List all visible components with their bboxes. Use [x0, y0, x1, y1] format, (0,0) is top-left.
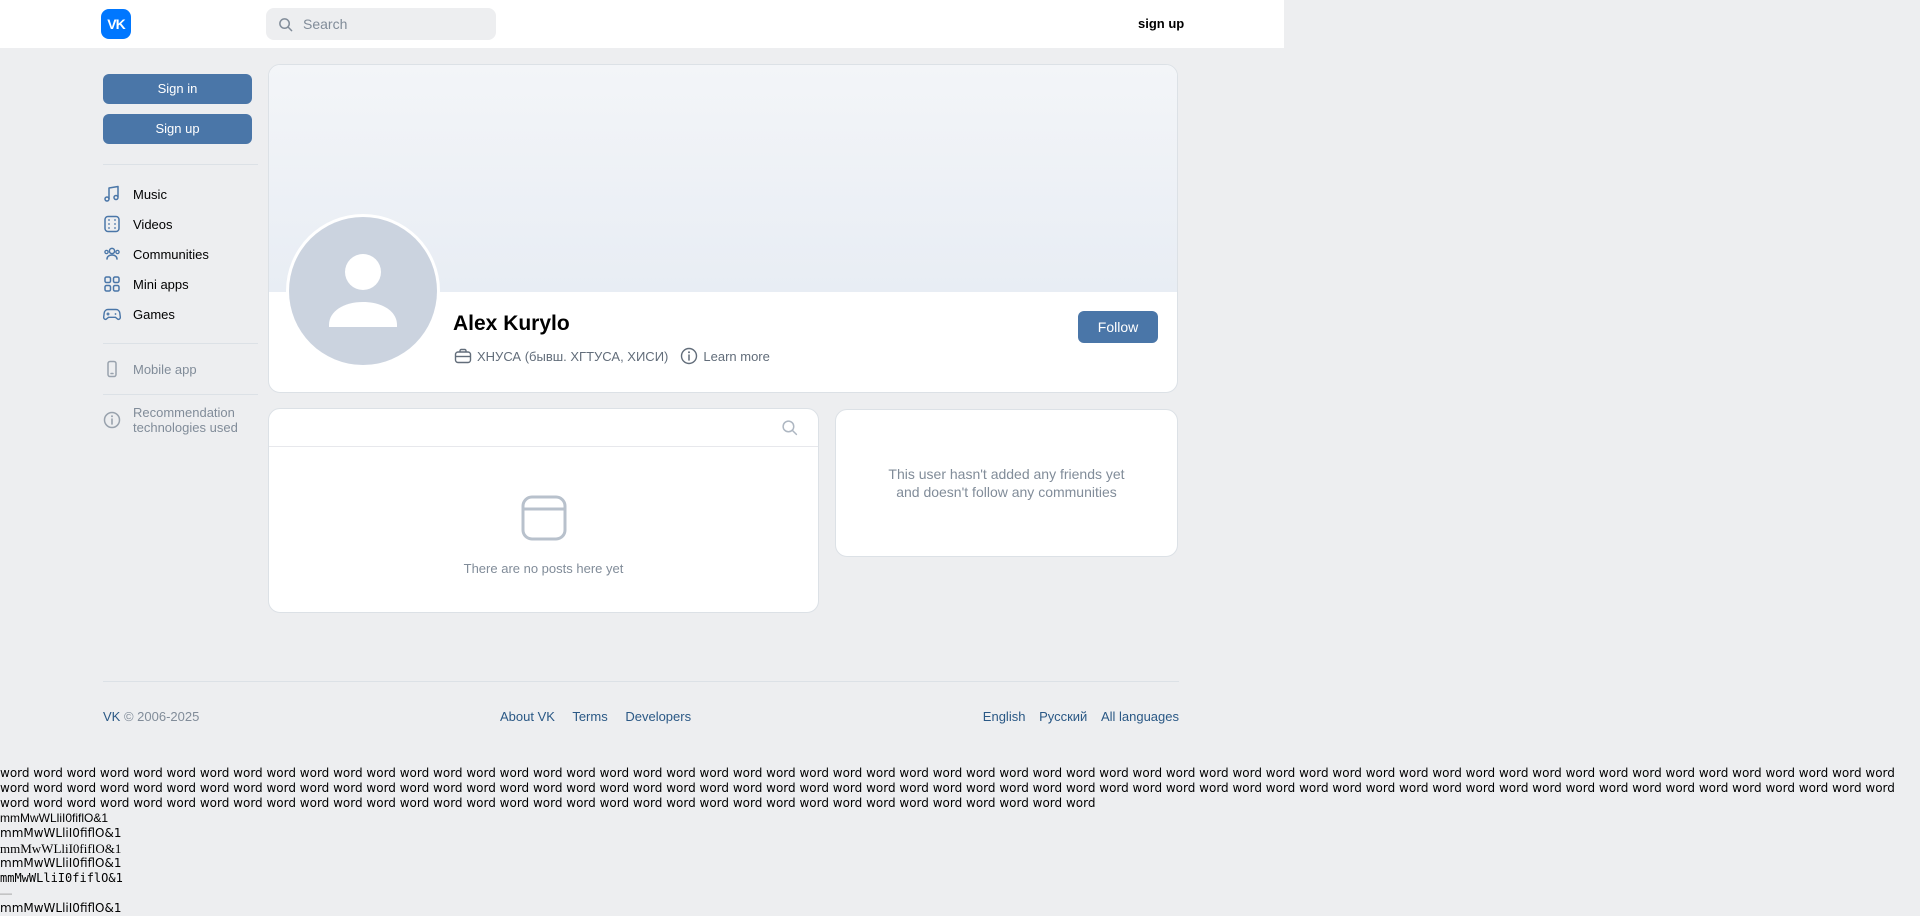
no-friends-line-1: This user hasn't added any friends yet [888, 466, 1125, 482]
sidebar-item-label: Videos [133, 216, 173, 232]
follow-button[interactable]: Follow [1078, 311, 1158, 343]
sidebar-item-label: Mini apps [133, 276, 189, 292]
friends-card: This user hasn't added any friends yet a… [835, 409, 1178, 557]
font-test-words: word word word word word word word word … [0, 766, 1895, 810]
vk-logo-icon[interactable]: VK [101, 9, 131, 39]
sidebar-item-videos[interactable]: Videos [103, 209, 253, 239]
learn-more-label: Learn more [703, 348, 770, 364]
font-sample: mmMwWLliI0fiflO&1 [0, 841, 122, 856]
font-sample: mmMwWLliI0fiflO&1 [0, 826, 122, 840]
recommendation-line-1: Recommendation [133, 405, 235, 420]
language-links: English Русский All languages [973, 709, 1179, 724]
info-icon [103, 411, 121, 429]
language-russian[interactable]: Русский [1039, 709, 1087, 724]
font-sample: mmMwWLliI0fiflO&1 [0, 856, 122, 870]
sidebar-item-mini-apps[interactable]: Mini apps [103, 269, 253, 299]
posts-header [269, 409, 818, 447]
copyright: VK © 2006-2025 [103, 709, 199, 724]
user-placeholder-icon [329, 254, 397, 327]
sidebar-item-label: Games [133, 306, 175, 322]
empty-posts-text: There are no posts here yet [463, 561, 624, 576]
footer-link-about[interactable]: About VK [500, 709, 555, 724]
font-sample-dash: — [0, 886, 12, 900]
no-friends-line-2: and doesn't follow any communities [896, 484, 1117, 500]
avatar[interactable] [286, 214, 440, 368]
posts-card: There are no posts here yet [268, 408, 819, 613]
language-all[interactable]: All languages [1101, 709, 1179, 724]
sidebar-item-games[interactable]: Games [103, 299, 253, 329]
empty-posts-icon [521, 495, 567, 541]
sidebar-divider [103, 343, 258, 344]
info-icon [681, 347, 698, 365]
sign-up-button[interactable]: Sign up [103, 114, 252, 144]
search-box[interactable] [266, 8, 496, 40]
briefcase-icon [454, 348, 472, 364]
search-icon[interactable] [781, 419, 798, 436]
footer-links: About VK Terms Developers [500, 709, 705, 724]
gamepad-icon [103, 308, 121, 321]
search-icon [279, 17, 293, 31]
font-sample: mmMwWLliI0fiflO&1 [0, 811, 109, 825]
sidebar-item-communities[interactable]: Communities [103, 239, 253, 269]
language-english[interactable]: English [983, 709, 1026, 724]
signup-link[interactable]: sign up [1138, 16, 1184, 31]
learn-more-link[interactable]: Learn more [680, 347, 770, 365]
video-icon [104, 215, 120, 233]
search-input[interactable] [301, 15, 485, 33]
font-sample: mmMwWLliI0fiflO&1 [0, 901, 122, 915]
phone-icon [107, 360, 117, 378]
profile-meta: ХНУСА (бывш. ХГТУСА, ХИСИ) Learn more [454, 347, 770, 365]
no-friends-text: This user hasn't added any friends yet a… [836, 465, 1177, 501]
sidebar-item-label: Mobile app [133, 361, 197, 377]
footer-divider [103, 681, 1179, 682]
sign-in-button[interactable]: Sign in [103, 74, 252, 104]
sidebar-item-mobile-app[interactable]: Mobile app [103, 354, 253, 384]
profile-name: Alex Kurylo [453, 312, 570, 335]
recommendation-line-2: technologies used [133, 420, 238, 435]
sidebar-divider [103, 164, 258, 165]
mini-apps-icon [104, 276, 120, 292]
logo-text: VK [107, 16, 125, 32]
font-sample: mmMwWLliI0fiflO&1 [0, 871, 123, 885]
music-icon [104, 185, 119, 202]
sidebar-divider [103, 394, 258, 395]
top-bar: VK sign up [0, 0, 1284, 48]
footer-link-developers[interactable]: Developers [625, 709, 691, 724]
sidebar-item-label: Communities [133, 246, 209, 262]
sidebar-item-music[interactable]: Music [103, 179, 253, 209]
profile-work[interactable]: ХНУСА (бывш. ХГТУСА, ХИСИ) [477, 349, 668, 364]
footer-brand[interactable]: VK [103, 709, 120, 724]
footer-link-terms[interactable]: Terms [572, 709, 607, 724]
sidebar-item-recommendations[interactable]: Recommendation technologies used [103, 405, 253, 435]
sidebar-item-label: Music [133, 186, 167, 202]
communities-icon [104, 247, 120, 260]
left-sidebar: Sign in Sign up Music Videos Communities… [103, 74, 258, 435]
copyright-text: © 2006-2025 [123, 709, 200, 724]
